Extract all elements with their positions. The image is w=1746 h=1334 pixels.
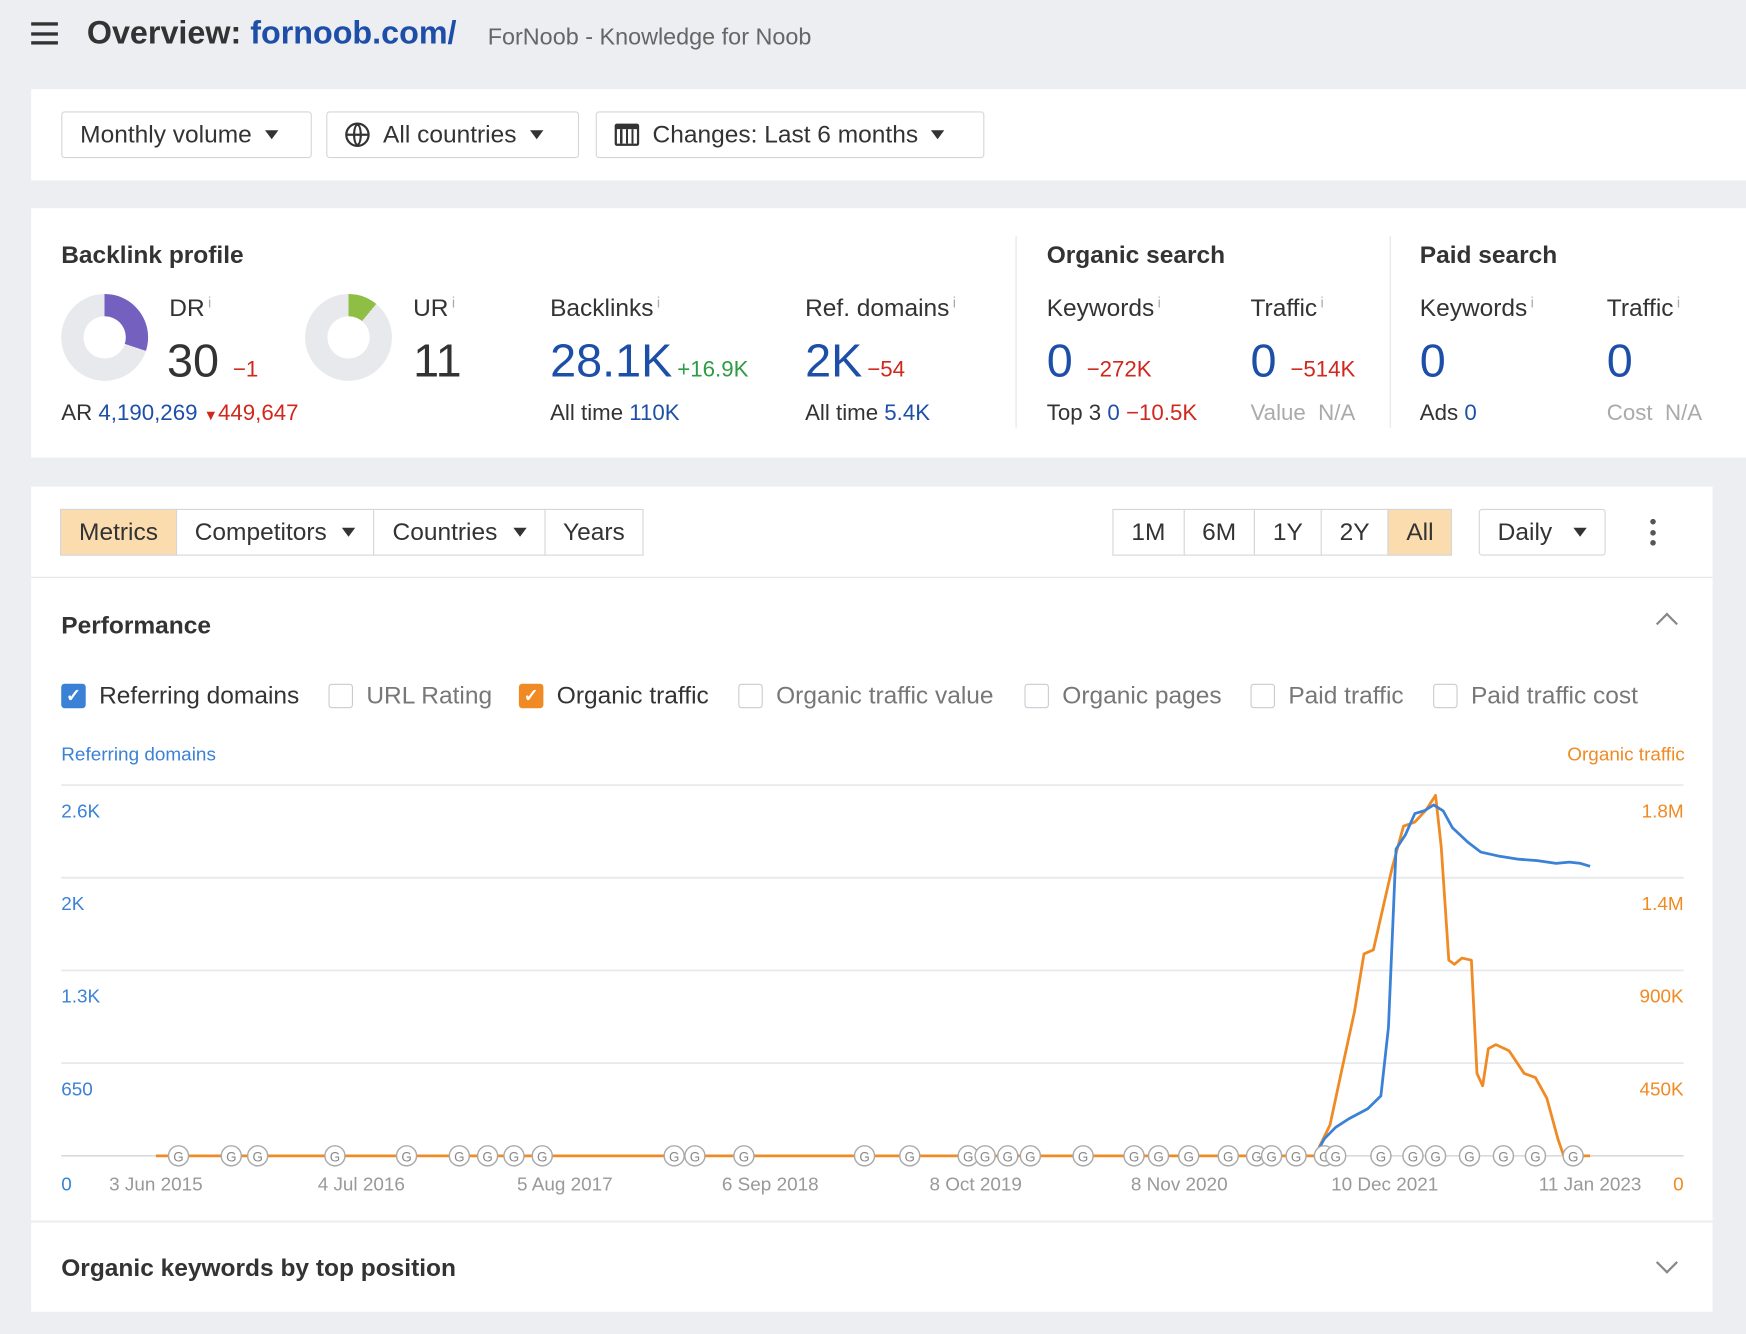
google-icon: G xyxy=(1408,1149,1418,1164)
x-tick-label: 6 Sep 2018 xyxy=(722,1174,819,1195)
google-icon: G xyxy=(1003,1149,1013,1164)
right-tick-label: 450K xyxy=(1639,1079,1684,1100)
google-icon: G xyxy=(509,1149,519,1164)
x-tick-label: 4 Jul 2016 xyxy=(318,1174,405,1195)
google-icon: G xyxy=(1025,1149,1035,1164)
google-icon: G xyxy=(905,1149,915,1164)
google-icon: G xyxy=(980,1149,990,1164)
left-tick-label: 650 xyxy=(61,1079,93,1100)
google-icon: G xyxy=(173,1149,183,1164)
google-icon: G xyxy=(859,1149,869,1164)
left-tick-label: 2.6K xyxy=(61,801,100,822)
x-tick-label: 8 Oct 2019 xyxy=(929,1174,1022,1195)
google-icon: G xyxy=(401,1149,411,1164)
google-icon: G xyxy=(1223,1149,1233,1164)
google-icon: G xyxy=(482,1149,492,1164)
google-icon: G xyxy=(1291,1149,1301,1164)
x-tick-label: 5 Aug 2017 xyxy=(517,1174,613,1195)
right-tick-label: 900K xyxy=(1639,987,1684,1008)
google-icon: G xyxy=(1183,1149,1193,1164)
google-icon: G xyxy=(1251,1149,1261,1164)
google-icon: G xyxy=(1430,1149,1440,1164)
google-icon: G xyxy=(1078,1149,1088,1164)
left-tick-label: 0 xyxy=(61,1174,72,1195)
google-icon: G xyxy=(1568,1149,1578,1164)
google-icon: G xyxy=(1266,1149,1276,1164)
google-icon: G xyxy=(330,1149,340,1164)
google-icon: G xyxy=(1530,1149,1540,1164)
right-tick-label: 1.8M xyxy=(1642,801,1684,822)
google-icon: G xyxy=(1330,1149,1340,1164)
google-icon: G xyxy=(226,1149,236,1164)
google-icon: G xyxy=(1153,1149,1163,1164)
google-icon: G xyxy=(669,1149,679,1164)
x-tick-label: 11 Jan 2023 xyxy=(1539,1174,1642,1195)
left-tick-label: 1.3K xyxy=(61,987,100,1008)
performance-chart[interactable]: 650 450K 1.3K 900K 2K 1.4M 2.6K 1.8M 0 0 3 Jun 201… xyxy=(0,0,1746,1334)
x-tick-label: 8 Nov 2020 xyxy=(1131,1174,1228,1195)
right-tick-label: 1.4M xyxy=(1642,894,1684,915)
x-tick-label: 3 Jun 2015 xyxy=(109,1174,203,1195)
google-icon: G xyxy=(1464,1149,1474,1164)
google-icon: G xyxy=(739,1149,749,1164)
right-tick-label: 0 xyxy=(1673,1174,1684,1195)
google-icon: G xyxy=(1498,1149,1508,1164)
google-icon: G xyxy=(537,1149,547,1164)
x-tick-label: 10 Dec 2021 xyxy=(1331,1174,1438,1195)
google-icon: G xyxy=(454,1149,464,1164)
google-icon: G xyxy=(252,1149,262,1164)
organic-keywords-title: Organic keywords by top position xyxy=(61,1254,456,1283)
google-icon: G xyxy=(963,1149,973,1164)
left-tick-label: 2K xyxy=(61,894,85,915)
google-icon: G xyxy=(1376,1149,1386,1164)
google-icon: G xyxy=(1129,1149,1139,1164)
google-icon: G xyxy=(690,1149,700,1164)
